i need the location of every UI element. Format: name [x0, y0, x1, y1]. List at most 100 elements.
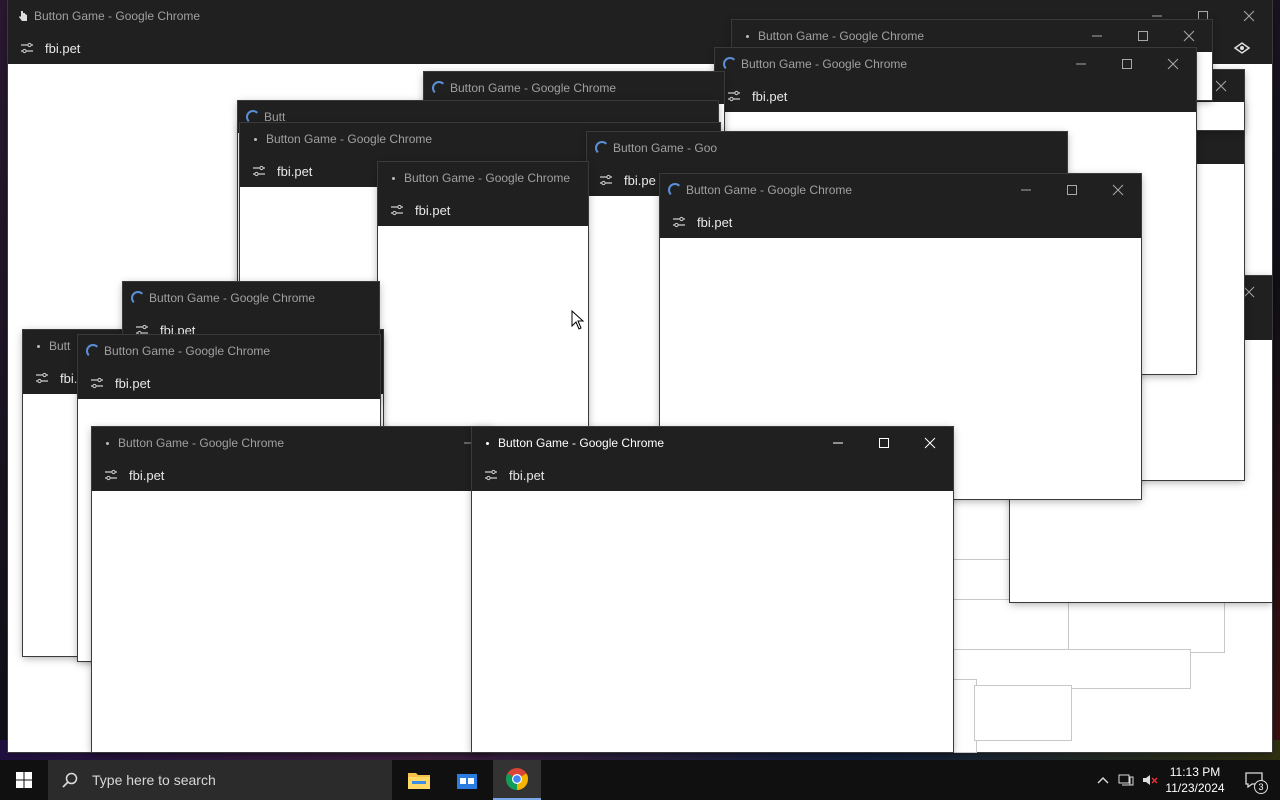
taskbar-store[interactable] — [443, 760, 491, 800]
site-settings-icon[interactable] — [90, 377, 104, 389]
chevron-up-icon — [1097, 777, 1109, 784]
eye-icon[interactable] — [1234, 42, 1250, 54]
loading-dot-icon — [253, 137, 257, 141]
site-settings-icon[interactable] — [104, 469, 118, 481]
minimize-button[interactable] — [1058, 48, 1104, 80]
taskbar-file-explorer[interactable] — [395, 760, 443, 800]
title-bar[interactable]: Button Game - Google Chrome — [715, 48, 1196, 80]
taskbar-search-box[interactable]: Type here to search — [48, 760, 392, 800]
address-bar[interactable]: fbi.pet — [78, 367, 380, 399]
address-bar[interactable]: fbi.pet — [378, 194, 588, 226]
window-title: Button Game - Google Chrome — [266, 132, 433, 146]
title-bar[interactable]: Button Game - Google Chrome — [424, 72, 724, 104]
windows-start-icon — [16, 772, 32, 788]
site-settings-icon[interactable] — [252, 165, 266, 177]
title-bar[interactable]: Button Game - Google Chrome — [472, 427, 953, 459]
window-title: Button Game - Google Chrome — [149, 291, 316, 305]
window-title: Butt — [49, 339, 71, 353]
loading-spinner-icon — [595, 141, 609, 155]
site-settings-icon[interactable] — [35, 372, 49, 384]
url-text: fbi.pet — [115, 376, 151, 391]
minimize-icon — [1092, 35, 1102, 37]
mouse-cursor-icon — [571, 310, 585, 330]
chrome-window-active[interactable]: Button Game - Google Chrome fbi.pet — [472, 427, 953, 752]
action-center-button[interactable]: 3 — [1234, 760, 1274, 800]
maximize-icon — [1138, 31, 1148, 41]
window-title: Button Game - Google Chrome — [741, 57, 908, 71]
loading-spinner-icon — [723, 57, 737, 71]
site-settings-icon[interactable] — [599, 174, 613, 186]
maximize-button[interactable] — [1104, 48, 1150, 80]
loading-spinner-icon — [432, 81, 446, 95]
chrome-icon — [506, 768, 528, 790]
title-bar[interactable]: Button Game - Google Chrome — [378, 162, 588, 194]
url-text: fbi.pet — [45, 41, 81, 56]
site-settings-icon[interactable] — [727, 90, 741, 102]
window-title: Button Game - Google Chrome — [450, 81, 617, 95]
maximize-icon — [879, 438, 889, 448]
window-remnant — [1066, 596, 1224, 652]
window-title: Button Game - Google Chrome — [758, 29, 925, 43]
file-explorer-icon — [408, 773, 430, 789]
site-settings-icon[interactable] — [672, 216, 686, 228]
close-button[interactable] — [1095, 174, 1141, 206]
network-status[interactable] — [1116, 760, 1136, 800]
maximize-button[interactable] — [861, 427, 907, 459]
search-placeholder: Type here to search — [92, 772, 216, 788]
title-bar[interactable]: Button Game - Google Chrome — [92, 427, 492, 459]
loading-dot-icon — [485, 441, 489, 445]
close-button[interactable] — [907, 427, 953, 459]
window-title: Button Game - Google Chrome — [118, 436, 285, 450]
close-button[interactable] — [1150, 48, 1196, 80]
url-text: fbi.pe — [624, 173, 656, 188]
title-bar[interactable]: Button Game - Goo — [587, 132, 1067, 164]
title-bar[interactable]: Button Game - Google Chrome — [78, 335, 380, 367]
volume-muted-icon — [1143, 775, 1158, 785]
window-remnant — [950, 650, 1190, 688]
window-title: Button Game - Goo — [613, 141, 718, 155]
minimize-icon — [833, 442, 843, 444]
start-button[interactable] — [0, 760, 48, 800]
loading-dot-icon — [105, 441, 109, 445]
taskbar-chrome[interactable] — [493, 760, 541, 800]
loading-dot-icon — [745, 34, 749, 38]
loading-spinner-icon — [668, 183, 682, 197]
address-bar[interactable]: fbi.pet — [92, 459, 492, 491]
minimize-icon — [1021, 189, 1031, 191]
store-icon — [457, 774, 477, 789]
loading-spinner-icon — [131, 291, 145, 305]
chrome-window[interactable]: Button Game - Google Chrome fbi.pet — [92, 427, 492, 752]
close-button[interactable] — [1226, 0, 1272, 32]
volume-control[interactable] — [1140, 760, 1160, 800]
maximize-button[interactable] — [1049, 174, 1095, 206]
minimize-icon — [1076, 63, 1086, 65]
url-text: fbi.pet — [415, 203, 451, 218]
show-hidden-icons[interactable] — [1094, 760, 1112, 800]
address-bar[interactable]: fbi.pet — [660, 206, 1141, 238]
window-title: Butt — [264, 110, 286, 124]
site-settings-icon[interactable] — [390, 204, 404, 216]
close-icon — [1243, 286, 1255, 298]
address-bar[interactable]: fbi.pet — [472, 459, 953, 491]
window-title: Button Game - Google Chrome — [104, 344, 271, 358]
search-icon — [62, 772, 78, 788]
title-bar[interactable]: Button Game - Google Chrome — [660, 174, 1141, 206]
site-settings-icon[interactable] — [20, 42, 34, 54]
url-text: fbi.pet — [697, 215, 733, 230]
page-content — [472, 491, 953, 752]
taskbar: Type here to search 11:13 PM 11/23/2024 … — [0, 760, 1280, 800]
minimize-button[interactable] — [815, 427, 861, 459]
desktop: Button Game - Google Chrome fbi.pet Butt… — [0, 0, 1280, 760]
address-bar[interactable]: fbi.pet — [715, 80, 1196, 112]
site-settings-icon[interactable] — [484, 469, 498, 481]
close-icon — [1243, 10, 1255, 22]
clock-date: 11/23/2024 — [1165, 781, 1225, 795]
url-text: fbi.pet — [752, 89, 788, 104]
window-title: Button Game - Google Chrome — [686, 183, 853, 197]
maximize-icon — [1067, 185, 1077, 195]
taskbar-clock[interactable]: 11:13 PM 11/23/2024 — [1160, 764, 1230, 796]
title-bar[interactable]: Button Game - Google Chrome — [123, 282, 379, 314]
minimize-button[interactable] — [1003, 174, 1049, 206]
loading-dot-icon — [391, 176, 395, 180]
chrome-window[interactable]: Button Game - Google Chrome fbi.pet — [378, 162, 588, 442]
